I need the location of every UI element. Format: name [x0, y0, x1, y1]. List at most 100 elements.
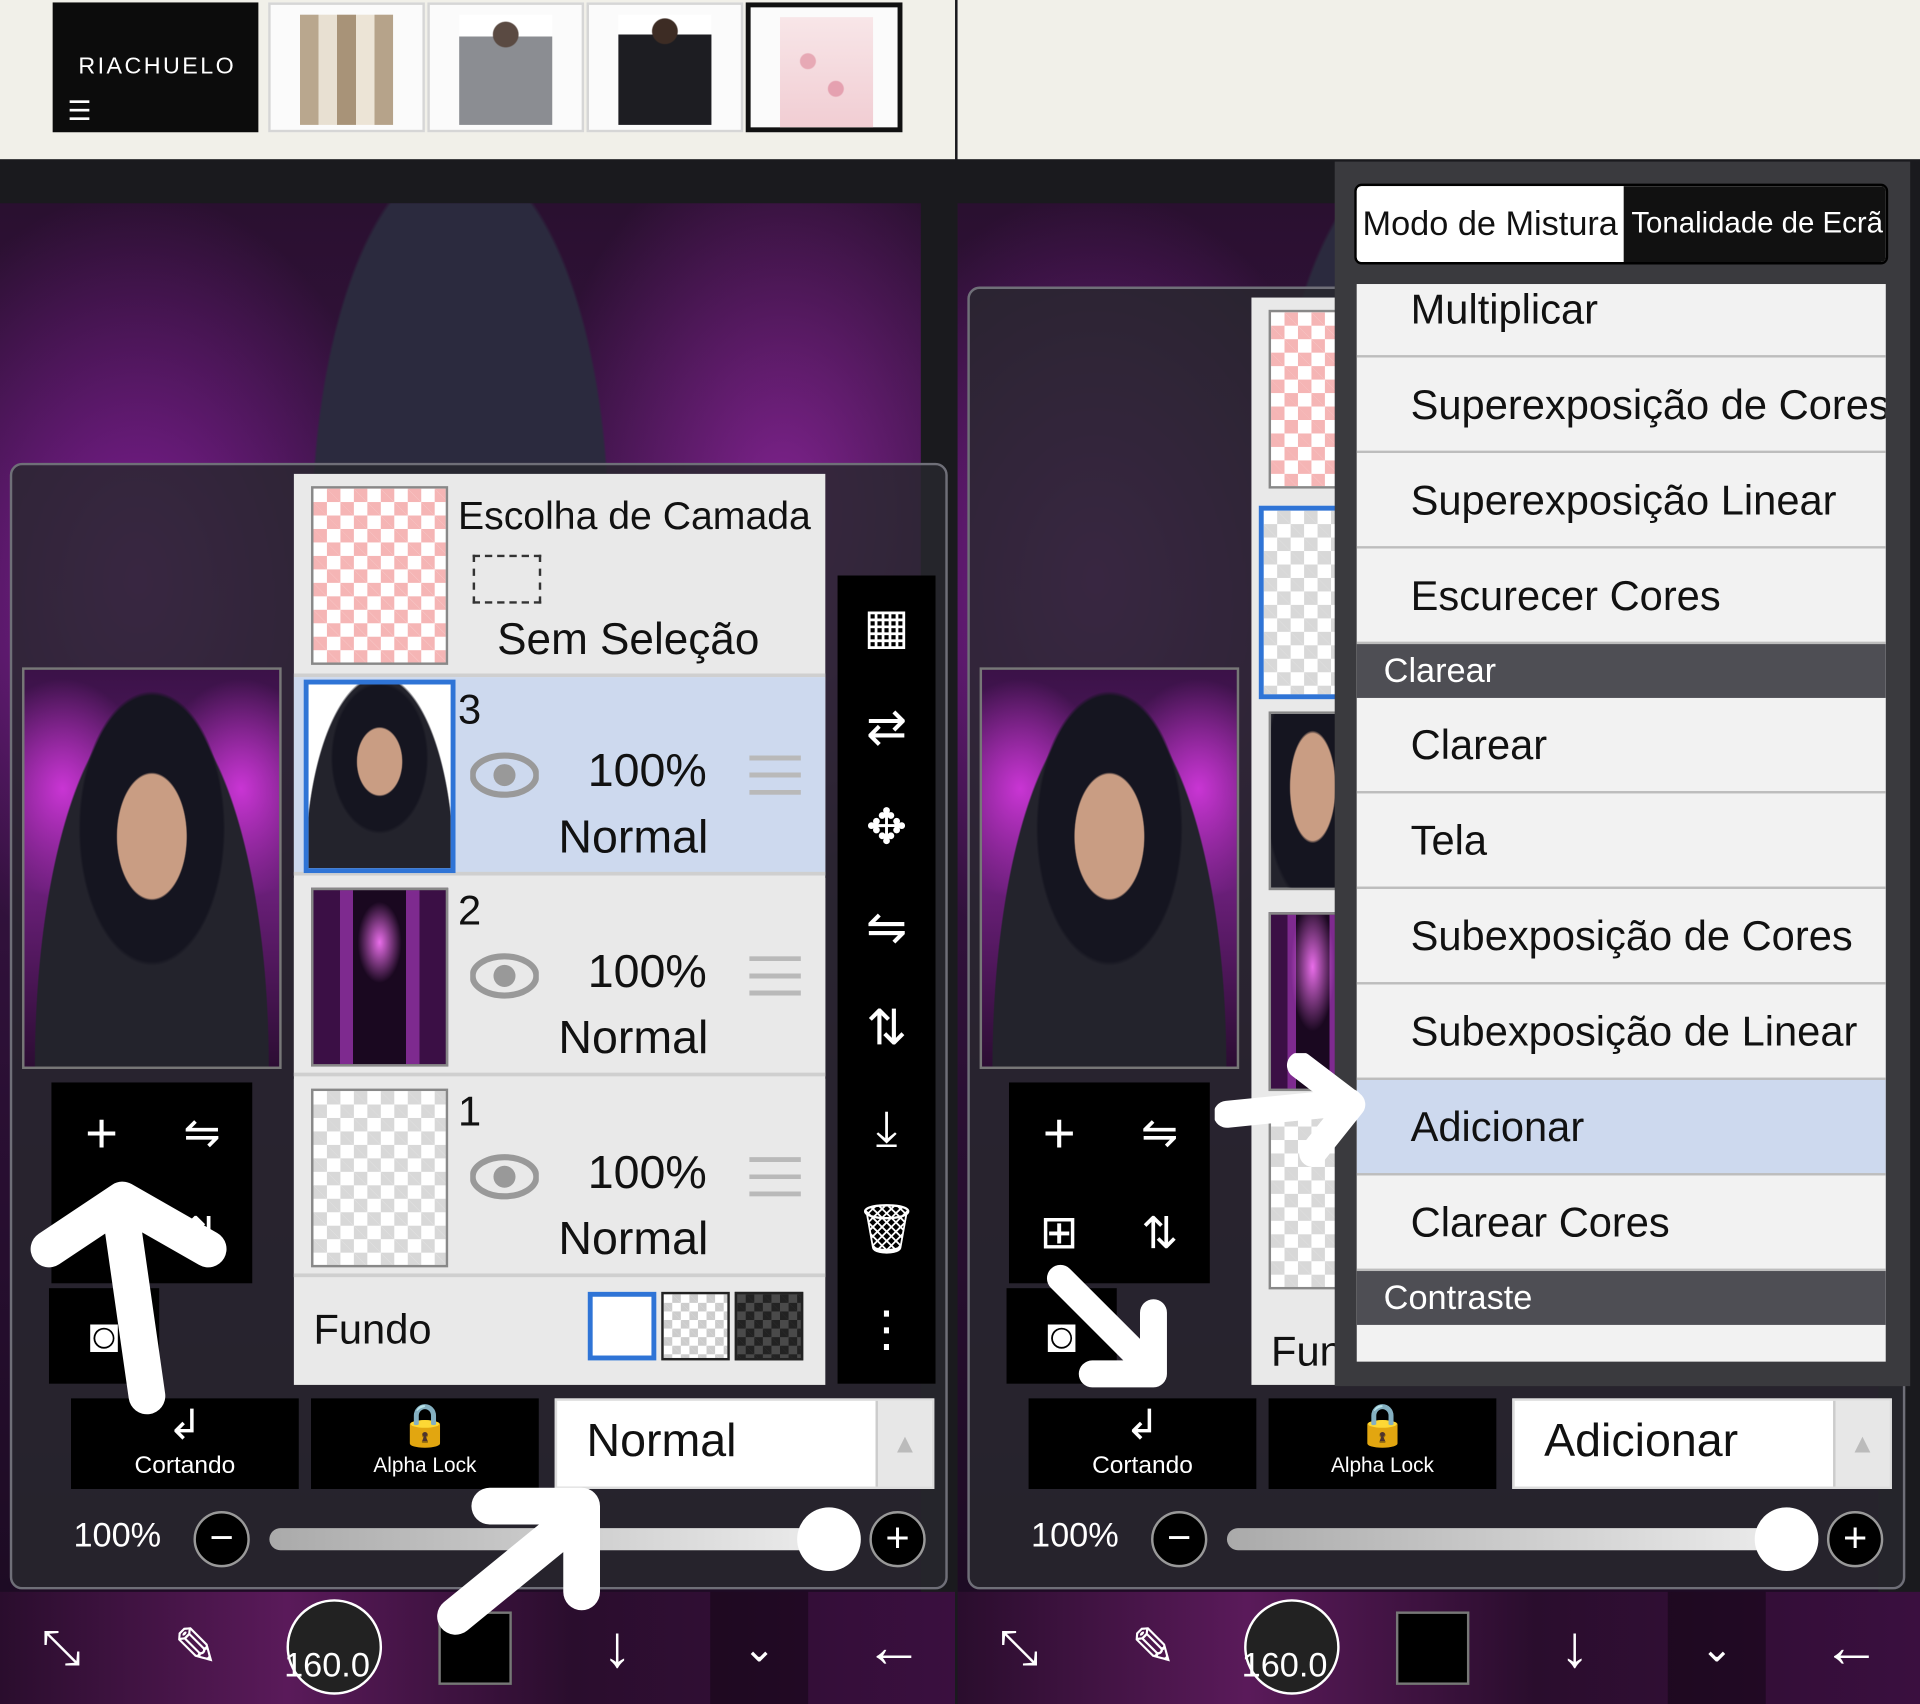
clipping-label: Cortando: [1092, 1452, 1193, 1480]
blend-mode-option[interactable]: Superexposição Linear: [1356, 453, 1886, 549]
brush-size-value: 160.0: [1241, 1645, 1328, 1684]
layer-number: 3: [457, 686, 482, 734]
drag-handle-icon[interactable]: [749, 956, 801, 996]
visibility-eye-icon[interactable]: [470, 1150, 539, 1204]
lock-icon: 🔒: [398, 1402, 451, 1449]
blend-mode-option-label: Adicionar: [1410, 1104, 1585, 1152]
blend-mode-value: Adicionar: [1544, 1415, 1739, 1467]
woman-blazer-image: [618, 14, 712, 125]
brush-size-indicator[interactable]: 160.0: [1241, 1599, 1340, 1695]
blend-mode-option[interactable]: Adicionar: [1356, 1080, 1886, 1176]
canvas-preview: [979, 667, 1240, 1069]
add-layer-icon[interactable]: +: [1009, 1082, 1109, 1182]
selection-status: Sem Seleção: [497, 613, 760, 664]
flip-vertical-icon[interactable]: ⇅: [838, 980, 936, 1078]
brush-icon[interactable]: ✎: [147, 1592, 245, 1704]
clipping-button[interactable]: ↲ Cortando: [1028, 1398, 1257, 1489]
brush-size-indicator[interactable]: 160.0: [284, 1599, 383, 1695]
layer-blend-mode: Normal: [558, 811, 709, 864]
curtain-image: [300, 14, 394, 125]
alpha-lock-label: Alpha Lock: [1330, 1453, 1434, 1477]
selection-layer-row[interactable]: Escolha de Camada Sem Seleção: [293, 474, 826, 678]
blend-mode-dropdown: Modo de Mistura Tonalidade de Ecrã Multi…: [1334, 161, 1911, 1387]
brush-size-value: 160.0: [284, 1645, 370, 1684]
flip-horizontal-icon[interactable]: ⇋: [1109, 1082, 1209, 1182]
background-dark-option[interactable]: [734, 1291, 804, 1361]
drag-handle-icon[interactable]: [749, 1157, 801, 1197]
blend-mode-select[interactable]: Adicionar ▲: [1512, 1398, 1892, 1489]
opacity-value: 100%: [1031, 1515, 1119, 1554]
layer-thumbnail: [303, 679, 456, 874]
blend-mode-option[interactable]: Tela: [1356, 793, 1886, 889]
background-white-option[interactable]: [587, 1291, 657, 1361]
add-layer-icon[interactable]: +: [51, 1082, 151, 1182]
blend-mode-list: Multiplicar Superexposição de Cores Supere…: [1356, 284, 1886, 1362]
drag-handle-icon[interactable]: [749, 755, 801, 795]
opacity-slider-track[interactable]: [1226, 1528, 1803, 1551]
chevron-double-down-icon[interactable]: ⌄: [710, 1591, 809, 1704]
section-header-label: Clarear: [1383, 651, 1497, 690]
lock-icon: 🔒: [1356, 1402, 1409, 1449]
layer-row-3[interactable]: 3 100% Normal: [293, 677, 826, 876]
checker-icon[interactable]: ▦: [838, 578, 936, 676]
visibility-eye-icon[interactable]: [470, 748, 539, 802]
layer-blend-mode: Normal: [558, 1213, 709, 1265]
ad-product-curtain[interactable]: [268, 2, 425, 133]
merge-down-icon[interactable]: ⤓: [838, 1080, 936, 1178]
blend-mode-option[interactable]: Clarear Cores: [1356, 1175, 1886, 1272]
flip-horizontal-icon[interactable]: ⇋: [838, 879, 936, 977]
blend-section-header: Clarear: [1356, 644, 1886, 698]
trash-icon[interactable]: 🗑: [838, 1180, 936, 1278]
layer-blend-mode: Normal: [558, 1012, 709, 1065]
opacity-increase-button[interactable]: +: [869, 1511, 926, 1568]
hamburger-icon: ☰: [67, 95, 92, 127]
brush-icon[interactable]: ✎: [1104, 1592, 1202, 1704]
blend-mode-option[interactable]: Multiplicar: [1356, 284, 1886, 358]
visibility-eye-icon[interactable]: [470, 949, 539, 1003]
layer-row-2[interactable]: 2 100% Normal: [293, 877, 826, 1077]
opacity-decrease-button[interactable]: −: [1151, 1511, 1208, 1568]
layer-row-1[interactable]: 1 100% Normal: [293, 1078, 826, 1278]
opacity-decrease-button[interactable]: −: [193, 1511, 250, 1568]
blend-mode-option-label: Tela: [1410, 817, 1488, 865]
ad-product-woman-blazer[interactable]: [586, 2, 744, 133]
transform-tool-icon[interactable]: ⤡: [12, 1592, 110, 1704]
blend-section-header: Contraste: [1356, 1271, 1886, 1325]
blend-mode-option-label: Subexposição de Cores: [1410, 913, 1853, 961]
ad-brand-block[interactable]: RIACHUELO ☰: [52, 2, 259, 133]
tab-screen-tone[interactable]: Tonalidade de Ecrã: [1623, 186, 1886, 263]
tab-blend-mode[interactable]: Modo de Mistura: [1356, 186, 1624, 263]
alpha-lock-button[interactable]: 🔒 Alpha Lock: [1268, 1398, 1497, 1489]
section-header-label: Contraste: [1383, 1278, 1533, 1317]
blend-mode-option-label: Clarear: [1410, 722, 1548, 769]
opacity-slider-knob[interactable]: [797, 1507, 861, 1572]
annotation-arrow-icon: [30, 1181, 227, 1415]
ad-product-woman-jacket[interactable]: [427, 2, 585, 133]
back-arrow-icon[interactable]: ←: [845, 1592, 943, 1704]
ad-banner[interactable]: RIACHUELO ☰: [0, 0, 956, 160]
annotation-arrow-icon: [1046, 1264, 1167, 1388]
background-transparent-option[interactable]: [661, 1291, 730, 1361]
canvas-preview: [22, 667, 282, 1069]
transform-tool-icon[interactable]: ⤡: [970, 1592, 1068, 1704]
opacity-slider-knob[interactable]: [1754, 1507, 1819, 1572]
layer-transfer-icon[interactable]: ⇄: [838, 678, 936, 776]
blend-mode-option[interactable]: Escurecer Cores: [1356, 548, 1886, 645]
flip-horizontal-icon[interactable]: ⇋: [152, 1082, 252, 1182]
dropdown-tabs: Modo de Mistura Tonalidade de Ecrã: [1354, 183, 1889, 265]
opacity-increase-button[interactable]: +: [1826, 1511, 1884, 1568]
ad-brand-name: RIACHUELO: [78, 53, 237, 80]
arrow-down-icon[interactable]: ↓: [1526, 1592, 1624, 1704]
ad-product-bedding[interactable]: [745, 2, 903, 133]
back-arrow-icon[interactable]: ←: [1802, 1592, 1900, 1704]
move-icon[interactable]: ✥: [838, 779, 936, 877]
blend-mode-option[interactable]: Superexposição de Cores: [1356, 357, 1886, 454]
chevron-double-down-icon[interactable]: ⌄: [1667, 1591, 1766, 1704]
blend-mode-option[interactable]: Clarear: [1356, 697, 1886, 794]
right-panel: + ⇋ ⊞ ⇅ ◙ Fund Modo de Mistura Tonalidad…: [957, 0, 1920, 1704]
color-swatch[interactable]: [1395, 1611, 1470, 1685]
blend-mode-option[interactable]: Subexposição de Cores: [1356, 888, 1886, 985]
blend-mode-option[interactable]: Subexposição de Linear: [1356, 984, 1886, 1081]
more-options-icon[interactable]: ⋮: [838, 1281, 936, 1379]
layer-mini-toolbar: + ⇋ ⊞ ⇅: [1008, 1082, 1210, 1284]
